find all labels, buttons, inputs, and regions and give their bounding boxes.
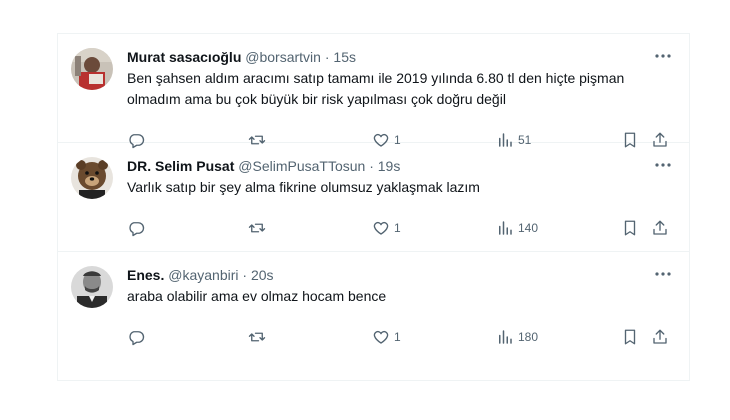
views-button[interactable]: 140 — [496, 218, 538, 238]
views-count: 180 — [518, 330, 539, 344]
separator-dot: · — [369, 158, 374, 174]
bookmark-icon — [624, 220, 636, 236]
separator-dot: · — [324, 49, 330, 65]
bookmark-button[interactable] — [621, 327, 639, 347]
heart-icon — [373, 330, 389, 344]
tweet-header: DR. Selim Pusat @SelimPusaTTosun · 19s — [127, 156, 673, 176]
timestamp[interactable]: 20s — [251, 267, 274, 283]
tweet[interactable]: DR. Selim Pusat @SelimPusaTTosun · 19s V… — [58, 143, 689, 252]
retweet-button[interactable] — [248, 218, 270, 238]
display-name[interactable]: Murat sasacıoğlu — [127, 49, 241, 65]
tweet-text: araba olabilir ama ev olmaz hocam bence — [127, 288, 387, 304]
timestamp[interactable]: 19s — [378, 158, 401, 174]
heart-icon — [373, 221, 389, 235]
display-name[interactable]: DR. Selim Pusat — [127, 158, 234, 174]
share-icon — [653, 220, 667, 235]
reply-feed: Murat sasacıoğlu @borsartvin · 15s Ben ş… — [57, 33, 690, 381]
tweet-actions: 1 140 — [127, 218, 673, 240]
user-handle[interactable]: @kayanbiri — [168, 267, 238, 283]
timestamp[interactable]: 15s — [333, 49, 356, 65]
bookmark-button[interactable] — [621, 218, 639, 238]
share-button[interactable] — [651, 218, 669, 238]
tweet-header: Enes. @kayanbiri · 20s — [127, 265, 673, 285]
reply-icon — [129, 222, 145, 237]
more-icon[interactable] — [653, 51, 673, 61]
bookmark-icon — [624, 329, 636, 345]
more-icon[interactable] — [653, 269, 673, 279]
more-icon[interactable] — [653, 160, 673, 170]
tweet-header: Murat sasacıoğlu @borsartvin · 15s — [127, 47, 673, 67]
like-button[interactable]: 1 — [372, 218, 401, 238]
share-icon — [653, 329, 667, 344]
avatar[interactable] — [71, 157, 113, 199]
reply-button[interactable] — [127, 218, 149, 238]
user-handle[interactable]: @SelimPusaTTosun — [238, 158, 365, 174]
retweet-icon — [248, 223, 266, 233]
tweet-actions: 1 180 — [127, 327, 673, 349]
reply-button[interactable] — [127, 327, 149, 347]
tweet[interactable]: Murat sasacıoğlu @borsartvin · 15s Ben ş… — [58, 34, 689, 149]
avatar[interactable] — [71, 266, 113, 308]
retweet-button[interactable] — [248, 327, 270, 347]
views-icon — [499, 221, 512, 235]
share-button[interactable] — [651, 327, 669, 347]
like-count: 1 — [394, 330, 401, 344]
retweet-icon — [248, 332, 266, 342]
reply-icon — [129, 331, 145, 346]
like-button[interactable]: 1 — [372, 327, 401, 347]
like-count: 1 — [394, 221, 401, 235]
tweet-text: Ben şahsen aldım aracımı satıp tamamı il… — [127, 70, 625, 107]
views-button[interactable]: 180 — [496, 327, 538, 347]
views-count: 140 — [518, 221, 539, 235]
display-name[interactable]: Enes. — [127, 267, 164, 283]
separator-dot: · — [242, 267, 248, 283]
tweet-text: Varlık satıp bir şey alma fikrine olumsu… — [127, 179, 480, 195]
avatar[interactable] — [71, 48, 113, 90]
views-icon — [499, 330, 512, 344]
user-handle[interactable]: @borsartvin — [245, 49, 321, 65]
tweet[interactable]: Enes. @kayanbiri · 20s araba olabilir am… — [58, 252, 689, 380]
